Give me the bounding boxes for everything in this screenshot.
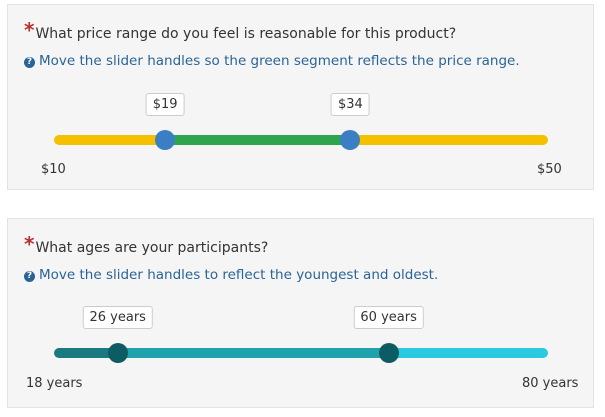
ages-high-value-tooltip: 60 years bbox=[353, 306, 424, 329]
question-text-price: *What price range do you feel is reasona… bbox=[24, 18, 457, 42]
price-max-label: $50 bbox=[537, 162, 562, 177]
question-circle-icon: ? bbox=[24, 271, 35, 282]
question-panel-ages: *What ages are your participants? ? Move … bbox=[7, 218, 594, 408]
price-high-value-tooltip: $34 bbox=[330, 93, 370, 116]
ages-slider-track-right[interactable] bbox=[388, 348, 548, 358]
price-low-value-tooltip: $19 bbox=[145, 93, 185, 116]
question-circle-icon: ? bbox=[24, 57, 35, 68]
help-text-price: ? Move the slider handles so the green se… bbox=[24, 53, 520, 69]
required-asterisk: * bbox=[24, 232, 35, 256]
price-high-handle[interactable] bbox=[340, 130, 361, 150]
price-low-handle[interactable] bbox=[155, 130, 176, 150]
ages-min-label: 18 years bbox=[26, 376, 83, 391]
ages-high-handle[interactable] bbox=[378, 343, 399, 363]
ages-slider-selected-range bbox=[117, 348, 389, 358]
ages-max-label: 80 years bbox=[522, 376, 579, 391]
required-asterisk: * bbox=[24, 18, 35, 42]
price-slider-selected-range bbox=[165, 135, 351, 145]
question-text-ages: *What ages are your participants? bbox=[24, 232, 269, 256]
help-text-ages: ? Move the slider handles to reflect the … bbox=[24, 267, 438, 283]
question-panel-price: *What price range do you feel is reasona… bbox=[7, 4, 594, 190]
ages-low-handle[interactable] bbox=[107, 343, 128, 363]
ages-low-value-tooltip: 26 years bbox=[82, 306, 153, 329]
price-min-label: $10 bbox=[41, 162, 66, 177]
